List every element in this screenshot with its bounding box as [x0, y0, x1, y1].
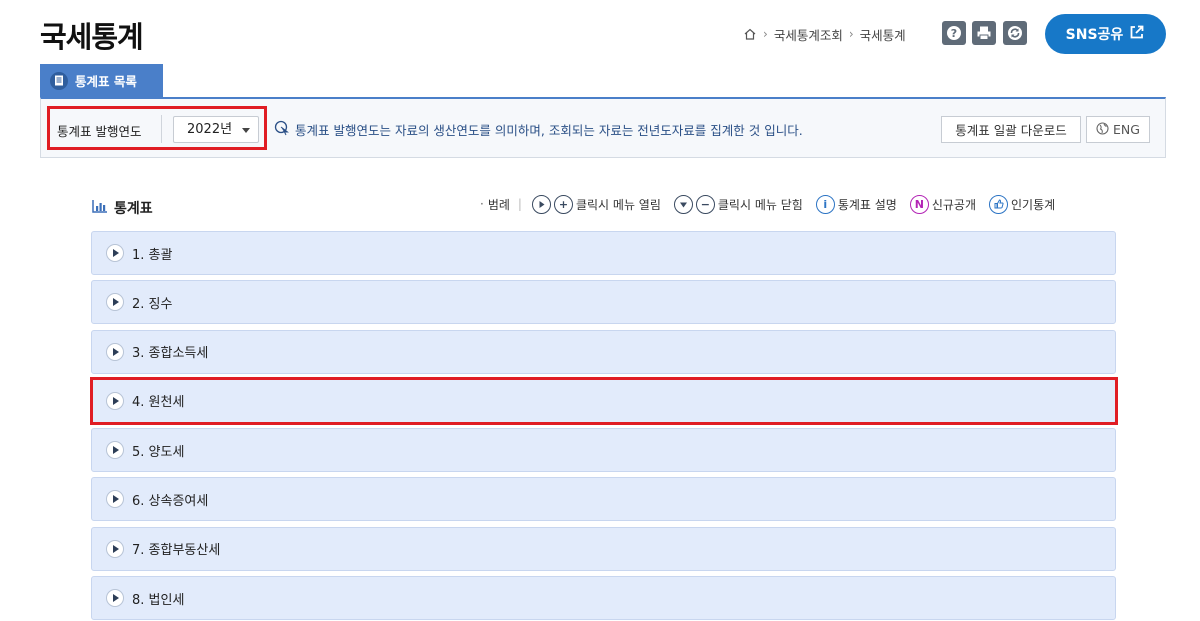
bullet: ·	[480, 197, 484, 211]
play-icon	[531, 194, 551, 214]
info-icon: i	[815, 194, 835, 214]
list-item-label: 7. 종합부동산세	[132, 543, 221, 559]
play-icon	[106, 244, 124, 262]
list-item-label: 6. 상속증여세	[132, 493, 209, 509]
legend-desc: i 통계표 설명	[815, 194, 897, 214]
stat-table-list: 1. 총괄 2. 징수 3. 종합소득세 4. 원천세 5. 양도세 6. 상속…	[91, 231, 1116, 621]
section-title: 통계표	[92, 198, 153, 218]
document-icon	[50, 71, 68, 90]
list-item-label: 8. 법인세	[132, 592, 185, 608]
list-item[interactable]: 7. 종합부동산세	[91, 526, 1116, 571]
cursor-click-icon	[274, 120, 290, 139]
legend-new: N 신규공개	[909, 194, 976, 214]
play-icon	[106, 293, 124, 312]
print-icon	[976, 25, 992, 41]
chevron-down-icon	[673, 194, 693, 214]
play-icon	[106, 490, 124, 509]
legend-new-label: 신규공개	[931, 197, 976, 212]
info-notice: 통계표 발행연도는 자료의 생산연도를 의미하며, 조회되는 자료는 전년도자료…	[274, 120, 803, 139]
play-icon	[106, 342, 124, 361]
list-item-label: 3. 종합소득세	[132, 346, 209, 362]
legend-popular: 인기통계	[989, 194, 1056, 214]
info-text: 통계표 발행연도는 자료의 생산연도를 의미하며, 조회되는 자료는 전년도자료…	[295, 123, 803, 138]
help-button[interactable]: ?	[942, 21, 966, 45]
share-icon	[1129, 24, 1145, 44]
highlight-box-row	[90, 377, 1118, 425]
legend: · 범례 | + 클릭시 메뉴 열림 − 클릭시 메뉴 닫힘 i 통계표 설명 …	[480, 193, 1055, 215]
legend-title: 범례	[487, 197, 510, 212]
list-item[interactable]: 2. 징수	[91, 280, 1116, 325]
legend-desc-label: 통계표 설명	[837, 197, 897, 212]
legend-open: + 클릭시 메뉴 열림	[531, 194, 661, 214]
bulk-download-button[interactable]: 통계표 일괄 다운로드	[941, 116, 1081, 143]
sns-share-button[interactable]: SNS공유	[1045, 14, 1166, 54]
list-item[interactable]: 6. 상속증여세	[91, 477, 1116, 522]
play-icon	[106, 589, 124, 608]
list-item-label: 2. 징수	[132, 296, 173, 312]
breadcrumb: › 국세통계조회 › 국세통계	[743, 25, 906, 43]
tab-label: 통계표 목록	[75, 74, 137, 89]
list-item[interactable]: 5. 양도세	[91, 428, 1116, 473]
highlight-box-year	[47, 106, 267, 150]
legend-close: − 클릭시 메뉴 닫힘	[673, 194, 803, 214]
legend-close-label: 클릭시 메뉴 닫힘	[717, 197, 803, 212]
globe-icon	[1096, 121, 1109, 138]
home-icon[interactable]	[743, 27, 757, 41]
play-icon	[106, 441, 124, 460]
list-item-label: 1. 총괄	[132, 247, 173, 263]
divider: |	[517, 197, 522, 211]
play-icon	[106, 539, 124, 558]
sns-share-label: SNS공유	[1065, 27, 1124, 43]
new-icon: N	[909, 194, 929, 214]
breadcrumb-separator: ›	[848, 27, 854, 41]
plus-icon: +	[553, 194, 573, 214]
svg-text:?: ?	[951, 27, 957, 40]
legend-popular-label: 인기통계	[1011, 197, 1056, 212]
page-title: 국세통계	[40, 20, 144, 54]
refresh-icon	[1007, 25, 1023, 41]
tab-stat-list[interactable]: 통계표 목록	[40, 64, 163, 97]
breadcrumb-separator: ›	[763, 27, 768, 41]
breadcrumb-item[interactable]: 국세통계	[860, 25, 906, 44]
help-icon: ?	[946, 25, 962, 41]
eng-label: ENG	[1113, 122, 1140, 137]
list-item[interactable]: 1. 총괄	[91, 231, 1116, 275]
list-item-label: 5. 양도세	[132, 444, 185, 460]
minus-icon: −	[695, 194, 715, 214]
legend-open-label: 클릭시 메뉴 열림	[575, 197, 661, 212]
print-button[interactable]	[972, 21, 996, 45]
list-item[interactable]: 3. 종합소득세	[91, 329, 1116, 374]
list-item[interactable]: 8. 법인세	[91, 576, 1116, 621]
section-title-label: 통계표	[114, 201, 153, 217]
thumbs-up-icon	[989, 194, 1008, 214]
bar-chart-icon	[92, 199, 108, 217]
breadcrumb-item[interactable]: 국세통계조회	[774, 25, 843, 44]
refresh-button[interactable]	[1003, 21, 1027, 45]
eng-button[interactable]: ENG	[1086, 116, 1150, 143]
